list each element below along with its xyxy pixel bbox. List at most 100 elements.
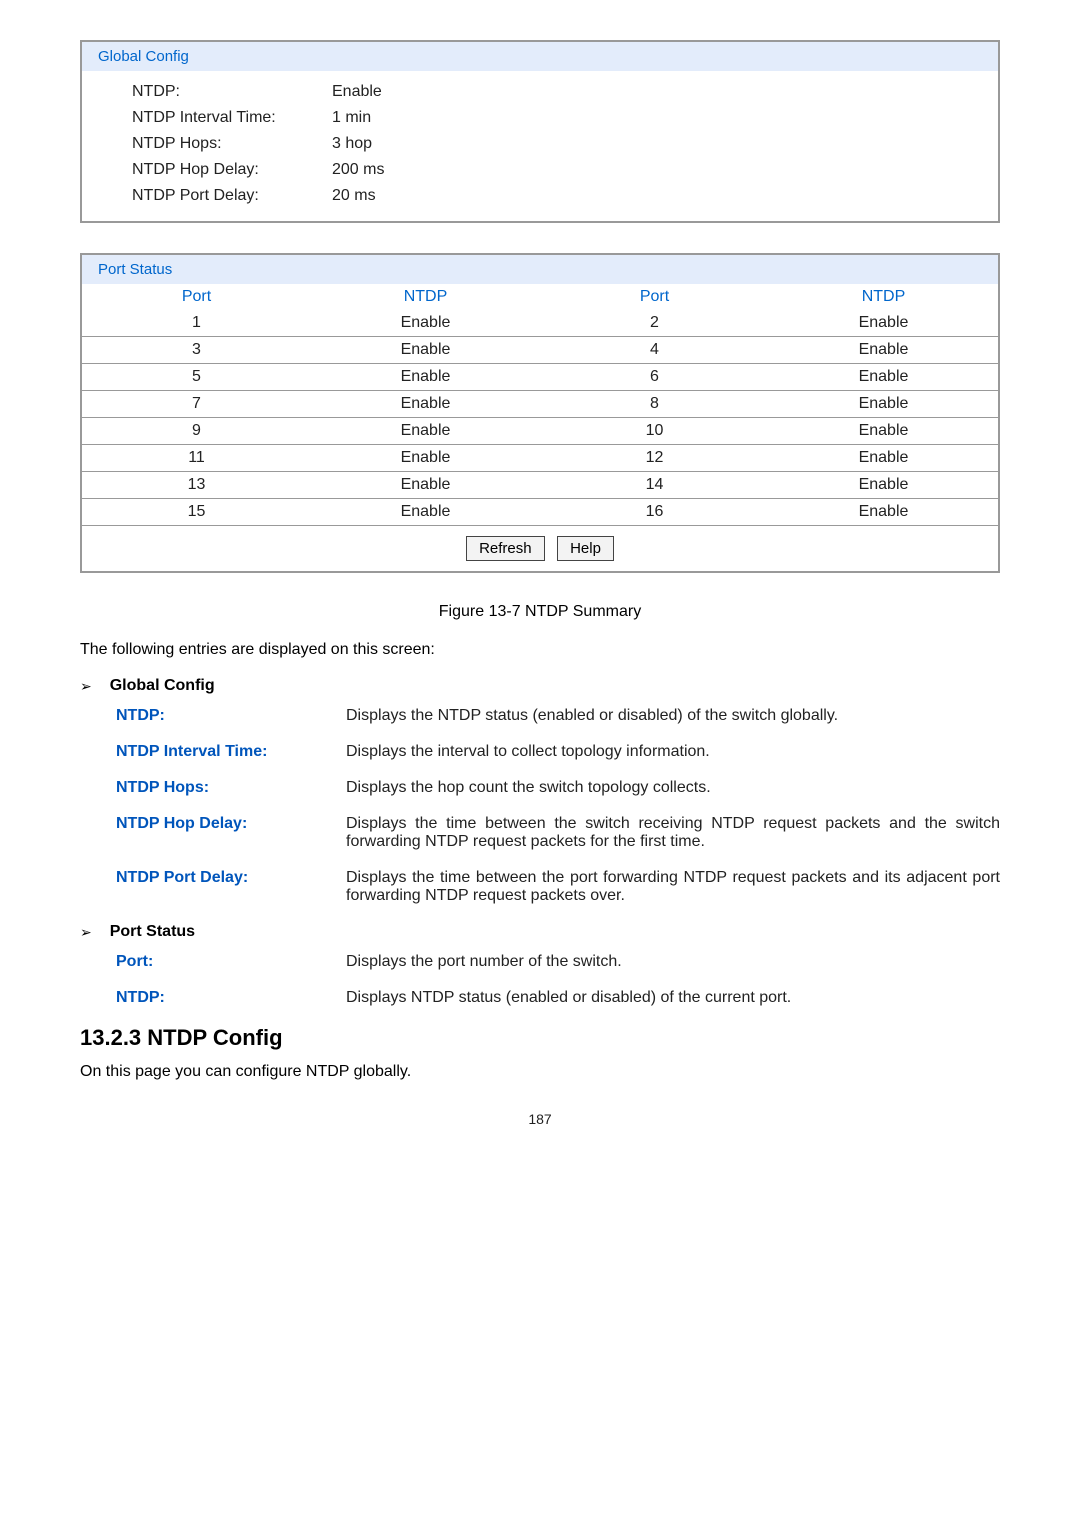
figure-caption: Figure 13-7 NTDP Summary [80, 603, 1000, 621]
config-value: 200 ms [332, 161, 384, 179]
section-label: Port Status [110, 923, 195, 941]
ntdp-cell: Enable [769, 503, 998, 521]
port-cell: 16 [540, 503, 769, 521]
config-label: NTDP: [132, 83, 332, 101]
def-term-interval: NTDP Interval Time: [116, 743, 346, 761]
port-cell: 2 [540, 314, 769, 332]
table-row: 11 Enable 12 Enable [82, 445, 998, 472]
chevron-icon: ➢ [80, 924, 92, 941]
def-term-ntdp2: NTDP: [116, 989, 346, 1007]
ntdp-cell: Enable [769, 314, 998, 332]
def-term-ntdp: NTDP: [116, 707, 346, 725]
ntdp-cell: Enable [769, 449, 998, 467]
config-label: NTDP Port Delay: [132, 187, 332, 205]
ntdp-cell: Enable [311, 422, 540, 440]
port-cell: 9 [82, 422, 311, 440]
ntdp-cell: Enable [769, 476, 998, 494]
def-desc: Displays the port number of the switch. [346, 953, 1000, 971]
config-row: NTDP Port Delay: 20 ms [132, 183, 982, 209]
table-row: 9 Enable 10 Enable [82, 418, 998, 445]
config-label: NTDP Hops: [132, 135, 332, 153]
table-row: 7 Enable 8 Enable [82, 391, 998, 418]
definition-row: NTDP: Displays the NTDP status (enabled … [80, 707, 1000, 725]
config-value: 3 hop [332, 135, 372, 153]
port-cell: 4 [540, 341, 769, 359]
port-cell: 14 [540, 476, 769, 494]
def-term-hop-delay: NTDP Hop Delay: [116, 815, 346, 851]
definition-row: NTDP Hop Delay: Displays the time betwee… [80, 815, 1000, 851]
definition-row: NTDP: Displays NTDP status (enabled or d… [80, 989, 1000, 1007]
ntdp-cell: Enable [311, 476, 540, 494]
config-row: NTDP Hops: 3 hop [132, 131, 982, 157]
global-config-header: Global Config [82, 42, 998, 71]
def-term-port: Port: [116, 953, 346, 971]
port-cell: 12 [540, 449, 769, 467]
col-header-ntdp: NTDP [311, 288, 540, 306]
port-status-panel: Port Status Port NTDP Port NTDP 1 Enable… [80, 253, 1000, 573]
section-global-config: ➢ Global Config [80, 677, 1000, 695]
ntdp-cell: Enable [311, 368, 540, 386]
ntdp-cell: Enable [311, 503, 540, 521]
def-desc: Displays the time between the port forwa… [346, 869, 1000, 905]
port-cell: 13 [82, 476, 311, 494]
port-cell: 7 [82, 395, 311, 413]
def-desc: Displays the NTDP status (enabled or dis… [346, 707, 1000, 725]
config-value: 1 min [332, 109, 371, 127]
global-config-body: NTDP: Enable NTDP Interval Time: 1 min N… [82, 71, 998, 221]
col-header-port: Port [540, 288, 769, 306]
definition-row: NTDP Hops: Displays the hop count the sw… [80, 779, 1000, 797]
page-number: 187 [80, 1111, 1000, 1127]
port-cell: 1 [82, 314, 311, 332]
def-desc: Displays the hop count the switch topolo… [346, 779, 1000, 797]
table-row: 15 Enable 16 Enable [82, 499, 998, 526]
port-cell: 11 [82, 449, 311, 467]
table-row: 1 Enable 2 Enable [82, 310, 998, 337]
def-desc: Displays the interval to collect topolog… [346, 743, 1000, 761]
definition-row: NTDP Port Delay: Displays the time betwe… [80, 869, 1000, 905]
intro-text: The following entries are displayed on t… [80, 641, 1000, 659]
ntdp-cell: Enable [769, 368, 998, 386]
ntdp-cell: Enable [311, 341, 540, 359]
section-port-status: ➢ Port Status [80, 923, 1000, 941]
port-cell: 8 [540, 395, 769, 413]
col-header-port: Port [82, 288, 311, 306]
table-row: 5 Enable 6 Enable [82, 364, 998, 391]
section-label: Global Config [110, 677, 215, 695]
config-label: NTDP Hop Delay: [132, 161, 332, 179]
config-row: NTDP: Enable [132, 79, 982, 105]
ntdp-cell: Enable [311, 314, 540, 332]
ntdp-cell: Enable [311, 395, 540, 413]
def-desc: Displays NTDP status (enabled or disable… [346, 989, 1000, 1007]
refresh-button[interactable]: Refresh [466, 536, 545, 561]
port-cell: 10 [540, 422, 769, 440]
table-row: 13 Enable 14 Enable [82, 472, 998, 499]
port-cell: 15 [82, 503, 311, 521]
ntdp-cell: Enable [769, 395, 998, 413]
def-term-hops: NTDP Hops: [116, 779, 346, 797]
def-term-port-delay: NTDP Port Delay: [116, 869, 346, 905]
help-button[interactable]: Help [557, 536, 614, 561]
ntdp-cell: Enable [769, 341, 998, 359]
global-config-panel: Global Config NTDP: Enable NTDP Interval… [80, 40, 1000, 223]
config-row: NTDP Interval Time: 1 min [132, 105, 982, 131]
definition-row: Port: Displays the port number of the sw… [80, 953, 1000, 971]
config-value: Enable [332, 83, 382, 101]
table-header-row: Port NTDP Port NTDP [82, 284, 998, 310]
port-cell: 6 [540, 368, 769, 386]
config-row: NTDP Hop Delay: 200 ms [132, 157, 982, 183]
config-label: NTDP Interval Time: [132, 109, 332, 127]
heading-ntdp-config: 13.2.3 NTDP Config [80, 1025, 1000, 1051]
port-status-table: Port NTDP Port NTDP 1 Enable 2 Enable 3 … [82, 284, 998, 571]
table-row: 3 Enable 4 Enable [82, 337, 998, 364]
chevron-icon: ➢ [80, 678, 92, 695]
port-status-header: Port Status [82, 255, 998, 284]
ntdp-cell: Enable [311, 449, 540, 467]
port-cell: 5 [82, 368, 311, 386]
body-text: On this page you can configure NTDP glob… [80, 1063, 1000, 1081]
col-header-ntdp: NTDP [769, 288, 998, 306]
def-desc: Displays the time between the switch rec… [346, 815, 1000, 851]
button-row: Refresh Help [82, 526, 998, 571]
ntdp-cell: Enable [769, 422, 998, 440]
port-cell: 3 [82, 341, 311, 359]
config-value: 20 ms [332, 187, 376, 205]
